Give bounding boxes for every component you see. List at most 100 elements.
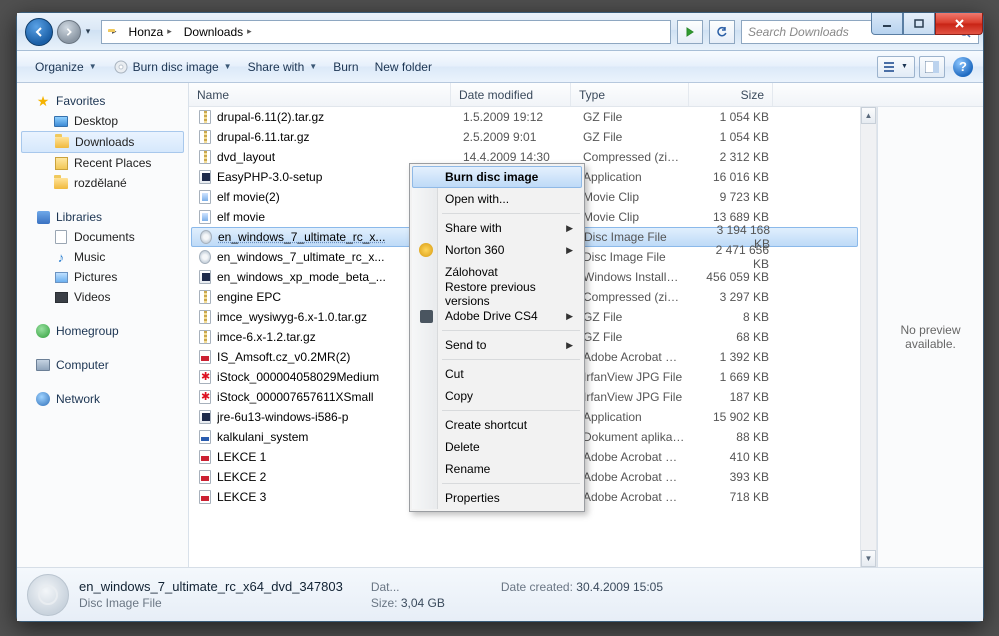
- breadcrumb-seg[interactable]: Honza: [129, 25, 164, 39]
- file-size: 16 016 KB: [693, 170, 777, 184]
- file-icon: [197, 409, 213, 425]
- close-button[interactable]: [935, 13, 983, 35]
- ctx-open-with[interactable]: Open with...: [412, 188, 582, 210]
- star-icon: ★: [35, 93, 51, 109]
- col-date[interactable]: Date modified: [451, 83, 571, 106]
- address-bar[interactable]: ▸ Honza▸ Downloads▸: [101, 20, 671, 44]
- network-icon: [35, 391, 51, 407]
- minimize-button[interactable]: [871, 13, 903, 35]
- file-row[interactable]: drupal-6.11(2).tar.gz1.5.2009 19:12GZ Fi…: [189, 107, 860, 127]
- ctx-copy[interactable]: Copy: [412, 385, 582, 407]
- nav-pictures[interactable]: Pictures: [17, 267, 188, 287]
- libraries-icon: [35, 209, 51, 225]
- file-type: GZ File: [575, 330, 693, 344]
- file-size: 3 297 KB: [693, 290, 777, 304]
- ctx-adobe-drive[interactable]: Adobe Drive CS4▶: [412, 305, 582, 327]
- file-type: Adobe Acrobat Do...: [575, 490, 693, 504]
- file-type: GZ File: [575, 110, 693, 124]
- new-folder-button[interactable]: New folder: [367, 55, 440, 79]
- file-size: 8 KB: [693, 310, 777, 324]
- nav-documents[interactable]: Documents: [17, 227, 188, 247]
- ctx-restore-versions[interactable]: Restore previous versions: [412, 283, 582, 305]
- col-type[interactable]: Type: [571, 83, 689, 106]
- file-type: GZ File: [575, 130, 693, 144]
- file-type: Compressed (zippe...: [575, 290, 693, 304]
- file-icon: [197, 369, 213, 385]
- burn-button[interactable]: Burn: [325, 55, 366, 79]
- nav-music[interactable]: ♪Music: [17, 247, 188, 267]
- ctx-send-to[interactable]: Send to▶: [412, 334, 582, 356]
- help-button[interactable]: ?: [953, 57, 973, 77]
- nav-forward-button[interactable]: [57, 20, 81, 44]
- file-type: Disc Image File: [575, 250, 693, 264]
- ctx-delete[interactable]: Delete: [412, 436, 582, 458]
- file-date: 1.5.2009 19:12: [455, 110, 575, 124]
- file-icon: [197, 429, 213, 445]
- vertical-scrollbar[interactable]: ▲ ▼: [860, 107, 877, 567]
- videos-icon: [53, 289, 69, 305]
- file-icon: [197, 189, 213, 205]
- disc-icon: [113, 59, 129, 75]
- burn-disc-image-button[interactable]: Burn disc image▼: [105, 55, 240, 79]
- nav-network[interactable]: Network: [17, 389, 188, 409]
- file-icon: [197, 249, 213, 265]
- file-icon: [197, 149, 213, 165]
- organize-button[interactable]: Organize▼: [27, 55, 105, 79]
- refresh-button[interactable]: [709, 20, 735, 44]
- nav-favorites[interactable]: ★Favorites: [17, 91, 188, 111]
- nav-videos[interactable]: Videos: [17, 287, 188, 307]
- search-placeholder: Search Downloads: [748, 25, 849, 39]
- file-type: Movie Clip: [575, 210, 693, 224]
- file-type: IrfanView JPG File: [575, 390, 693, 404]
- ctx-cut[interactable]: Cut: [412, 363, 582, 385]
- scroll-up-button[interactable]: ▲: [861, 107, 876, 124]
- ctx-properties[interactable]: Properties: [412, 487, 582, 509]
- maximize-button[interactable]: [903, 13, 935, 35]
- file-size: 15 902 KB: [693, 410, 777, 424]
- file-size: 187 KB: [693, 390, 777, 404]
- preview-pane-toggle[interactable]: [919, 56, 945, 78]
- ctx-rename[interactable]: Rename: [412, 458, 582, 480]
- file-size: 1 054 KB: [693, 130, 777, 144]
- ctx-burn-disc-image[interactable]: Burn disc image: [412, 166, 582, 188]
- share-with-button[interactable]: Share with▼: [240, 55, 326, 79]
- file-size: 88 KB: [693, 430, 777, 444]
- folder-icon: [54, 134, 70, 150]
- ctx-norton[interactable]: Norton 360▶: [412, 239, 582, 261]
- view-options-button[interactable]: ▼: [877, 56, 915, 78]
- file-date: 2.5.2009 9:01: [455, 130, 575, 144]
- nav-computer[interactable]: Computer: [17, 355, 188, 375]
- nav-desktop[interactable]: Desktop: [17, 111, 188, 131]
- file-icon: [197, 349, 213, 365]
- col-name[interactable]: Name: [189, 83, 451, 106]
- file-name: drupal-6.11.tar.gz: [217, 130, 455, 144]
- nav-libraries[interactable]: Libraries: [17, 207, 188, 227]
- file-icon: [197, 469, 213, 485]
- nav-downloads[interactable]: Downloads: [21, 131, 184, 153]
- file-row[interactable]: drupal-6.11.tar.gz2.5.2009 9:01GZ File1 …: [189, 127, 860, 147]
- file-icon: [197, 289, 213, 305]
- breadcrumb-seg[interactable]: Downloads: [184, 25, 243, 39]
- norton-icon: [418, 242, 434, 258]
- file-size: 1 669 KB: [693, 370, 777, 384]
- nav-rozdelane[interactable]: rozdělané: [17, 173, 188, 193]
- scroll-down-button[interactable]: ▼: [861, 550, 876, 567]
- nav-back-button[interactable]: [25, 18, 53, 46]
- nav-homegroup[interactable]: Homegroup: [17, 321, 188, 341]
- file-size: 2 471 656 KB: [693, 243, 777, 271]
- file-name: drupal-6.11(2).tar.gz: [217, 110, 455, 124]
- file-type: Application: [575, 410, 693, 424]
- scroll-track[interactable]: [861, 124, 876, 550]
- ctx-share-with[interactable]: Share with▶: [412, 217, 582, 239]
- file-date: 14.4.2009 14:30: [455, 150, 575, 164]
- file-type: Movie Clip: [575, 190, 693, 204]
- go-button[interactable]: [677, 20, 703, 44]
- col-size[interactable]: Size: [689, 83, 773, 106]
- nav-recent-places[interactable]: Recent Places: [17, 153, 188, 173]
- file-type: Adobe Acrobat Do...: [575, 470, 693, 484]
- ctx-create-shortcut[interactable]: Create shortcut: [412, 414, 582, 436]
- nav-history-dropdown[interactable]: ▾: [81, 22, 95, 42]
- computer-icon: [35, 357, 51, 373]
- file-size: 1 392 KB: [693, 350, 777, 364]
- file-size: 456 059 KB: [693, 270, 777, 284]
